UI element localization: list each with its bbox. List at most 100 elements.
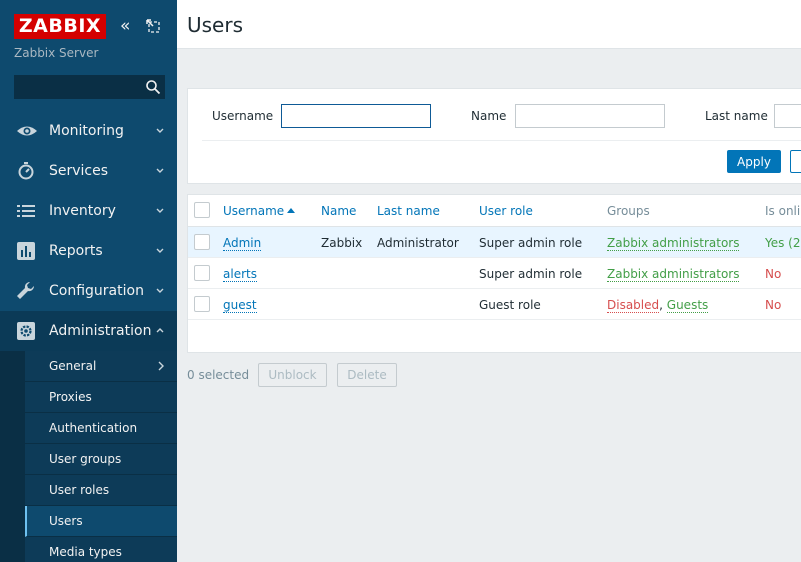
username-filter-label: Username [212, 109, 274, 123]
eye-icon [16, 121, 37, 141]
chevron-right-icon [156, 360, 166, 372]
submenu-item-media-types[interactable]: Media types [25, 537, 177, 562]
menu-item-configuration[interactable]: Configuration [0, 271, 177, 311]
role-cell: Guest role [479, 298, 541, 312]
online-status: No [765, 267, 782, 281]
submenu-item-user-roles[interactable]: User roles [25, 475, 177, 506]
bar-chart-icon [16, 241, 36, 261]
name-filter-input[interactable] [515, 104, 665, 128]
wrench-icon [16, 281, 36, 301]
group-link[interactable]: Zabbix administrators [607, 267, 740, 282]
username-link[interactable]: alerts [223, 267, 257, 282]
chevron-down-icon [154, 124, 166, 136]
column-header-groups: Groups [607, 204, 650, 218]
lastname-filter-input[interactable] [774, 104, 801, 128]
menu-item-administration[interactable]: Administration [0, 311, 177, 351]
submenu-label: Users [49, 514, 83, 528]
submenu-gutter [0, 351, 25, 562]
name-filter-label: Name [471, 109, 507, 123]
group-separator: , [659, 298, 667, 312]
apply-button[interactable]: Apply [727, 150, 781, 173]
users-table: Username Name Last name User role Groups… [187, 194, 801, 353]
submenu-label: User groups [49, 452, 122, 466]
stopwatch-icon [16, 161, 36, 181]
menu-label: Administration [49, 323, 152, 339]
menu-item-inventory[interactable]: Inventory [0, 191, 177, 231]
group-link[interactable]: Guests [666, 298, 709, 313]
column-header-online: Is onlin [765, 204, 801, 218]
table-header-row: Username Name Last name User role Groups… [188, 195, 801, 227]
column-header-lastname[interactable]: Last name [377, 204, 440, 218]
column-header-label: Username [223, 204, 285, 218]
username-link[interactable]: Admin [223, 236, 262, 251]
group-link-disabled[interactable]: Disabled [607, 298, 660, 313]
menu-label: Configuration [49, 283, 144, 299]
row-checkbox[interactable] [194, 234, 210, 250]
logo-row: ZABBIX « [14, 14, 164, 40]
administration-submenu: General Proxies Authentication User grou… [25, 351, 177, 562]
submenu-label: Proxies [49, 390, 92, 404]
sidebar-search [14, 75, 165, 99]
column-header-name[interactable]: Name [321, 204, 356, 218]
table-row: alerts Super admin role Zabbix administr… [188, 258, 801, 289]
table-row: guest Guest role Disabled, Guests No [188, 289, 801, 320]
submenu-item-user-groups[interactable]: User groups [25, 444, 177, 475]
search-icon[interactable] [145, 79, 161, 95]
lastname-filter-label: Last name [705, 109, 768, 123]
unblock-button[interactable]: Unblock [258, 363, 327, 387]
lastname-cell: Administrator [377, 236, 459, 250]
online-status: No [765, 298, 782, 312]
page-title: Users [187, 13, 244, 37]
reset-button[interactable] [790, 150, 801, 173]
menu-item-reports[interactable]: Reports [0, 231, 177, 271]
online-status: Yes (2( [765, 236, 801, 250]
filter-divider [202, 140, 801, 141]
chevron-down-icon [154, 284, 166, 296]
menu-item-services[interactable]: Services [0, 151, 177, 191]
menu-label: Monitoring [49, 123, 124, 139]
menu-label: Services [49, 163, 109, 179]
username-link[interactable]: guest [223, 298, 257, 313]
collapse-sidebar-button[interactable]: « [120, 17, 136, 35]
menu-label: Reports [49, 243, 103, 259]
submenu-item-general[interactable]: General [25, 351, 177, 382]
username-filter-input[interactable] [281, 104, 431, 128]
search-input[interactable] [15, 76, 139, 98]
submenu-label: General [49, 359, 97, 373]
filter-panel: Username Name Last name Apply [187, 88, 801, 184]
sort-ascending-icon [287, 208, 296, 213]
table-row: Admin Zabbix Administrator Super admin r… [188, 227, 801, 258]
server-name: Zabbix Server [14, 46, 99, 60]
expand-icon [146, 19, 160, 33]
kiosk-mode-button[interactable] [146, 19, 160, 33]
row-checkbox[interactable] [194, 265, 210, 281]
gear-icon [16, 321, 36, 341]
list-icon [16, 201, 36, 221]
select-all-checkbox[interactable] [194, 202, 210, 218]
chevron-down-icon [154, 164, 166, 176]
role-cell: Super admin role [479, 236, 583, 250]
submenu-label: Media types [49, 545, 122, 559]
sidebar: ZABBIX « Zabbix Server Monitoring Servic… [0, 0, 177, 562]
chevron-down-icon [154, 204, 166, 216]
submenu-item-users[interactable]: Users [25, 506, 177, 537]
zabbix-logo[interactable]: ZABBIX [14, 14, 106, 39]
delete-button[interactable]: Delete [337, 363, 397, 387]
submenu-label: User roles [49, 483, 110, 497]
main-menu: Monitoring Services Inventory Reports Co… [0, 111, 177, 351]
selected-count: 0 selected [187, 368, 250, 382]
chevron-up-icon [154, 324, 166, 336]
column-header-username[interactable]: Username [223, 204, 296, 218]
name-cell: Zabbix [321, 236, 363, 250]
menu-item-monitoring[interactable]: Monitoring [0, 111, 177, 151]
submenu-item-proxies[interactable]: Proxies [25, 382, 177, 413]
group-link[interactable]: Zabbix administrators [607, 236, 740, 251]
submenu-item-authentication[interactable]: Authentication [25, 413, 177, 444]
menu-label: Inventory [49, 203, 116, 219]
page-header: Users [177, 0, 801, 49]
row-checkbox[interactable] [194, 296, 210, 312]
chevron-down-icon [154, 244, 166, 256]
submenu-label: Authentication [49, 421, 138, 435]
role-cell: Super admin role [479, 267, 583, 281]
column-header-role[interactable]: User role [479, 204, 533, 218]
